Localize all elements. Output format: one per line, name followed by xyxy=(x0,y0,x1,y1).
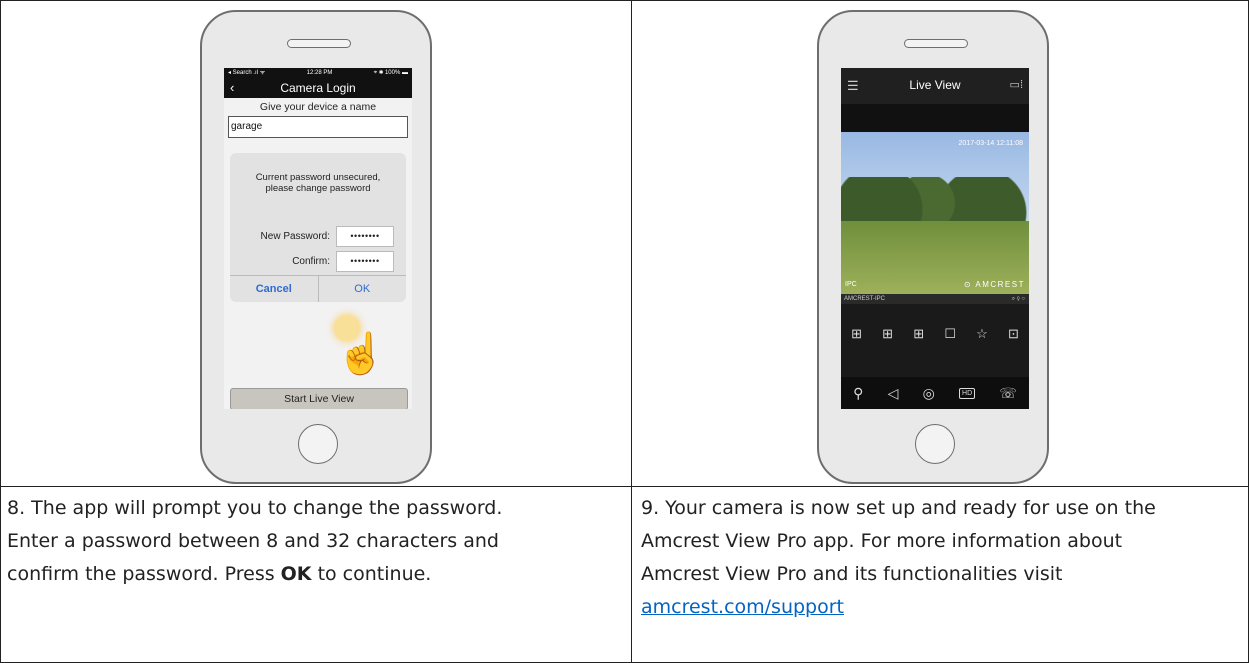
start-live-view-button[interactable]: Start Live View xyxy=(230,388,408,409)
screen-camera-login: ◂ Search .ıl ᯤ 12:28 PM ⌖ ✱ 100% ▬ ‹ Cam… xyxy=(224,68,412,409)
step-8-line-3-text: confirm the password. Press xyxy=(7,563,281,585)
hd-toggle-icon[interactable]: HD xyxy=(959,387,976,399)
black-band xyxy=(841,104,1029,132)
home-button xyxy=(915,424,955,464)
confirm-password-row: Confirm: •••••••• xyxy=(292,251,394,272)
device-name-input[interactable]: garage xyxy=(228,116,408,138)
sixteen-layout-icon[interactable]: ⊞ xyxy=(913,326,924,342)
new-password-label: New Password: xyxy=(260,231,330,242)
step-9-line-3: Amcrest View Pro and its functionalities… xyxy=(641,563,1063,585)
nav-title: Camera Login xyxy=(280,81,356,95)
phone-live-view: ☰ Live View ▭⁞ 2017-03-14 12:11:08 IPC ⊙… xyxy=(817,10,1049,484)
step-8-line-2: Enter a password between 8 and 32 charac… xyxy=(7,530,499,552)
change-password-dialog: Current password unsecured, please chang… xyxy=(230,153,406,302)
instruction-table: ◂ Search .ıl ᯤ 12:28 PM ⌖ ✱ 100% ▬ ‹ Cam… xyxy=(0,0,1249,663)
phone-speaker xyxy=(287,39,351,48)
step-8-ok-bold: OK xyxy=(280,563,312,585)
pointing-hand-icon: ☝ xyxy=(336,332,386,376)
camera-name: AMCREST-IPC xyxy=(844,296,886,302)
phone-speaker xyxy=(904,39,968,48)
status-battery: ⌖ ✱ 100% ▬ xyxy=(373,70,408,76)
single-layout-icon[interactable]: ☐ xyxy=(944,326,956,342)
table-border-left xyxy=(0,0,1,663)
confirm-password-label: Confirm: xyxy=(292,256,330,267)
ok-button[interactable]: OK xyxy=(317,276,407,302)
status-carrier: ◂ Search .ıl ᯤ xyxy=(228,70,266,76)
table-row-divider xyxy=(0,486,1249,487)
step-8-line-3-end: to continue. xyxy=(311,563,432,585)
home-button xyxy=(298,424,338,464)
new-password-row: New Password: •••••••• xyxy=(261,226,394,247)
live-view-top-bar: ☰ Live View ▭⁞ xyxy=(841,68,1029,104)
status-time: 12:28 PM xyxy=(306,70,333,76)
dialog-button-bar: Cancel OK xyxy=(230,275,406,302)
step-8-line-3: confirm the password. Press OK to contin… xyxy=(7,558,627,591)
dialog-message: Current password unsecured, please chang… xyxy=(230,172,406,194)
screen-live-view: ☰ Live View ▭⁞ 2017-03-14 12:11:08 IPC ⊙… xyxy=(841,68,1029,409)
confirm-password-field[interactable]: •••••••• xyxy=(336,251,394,272)
nav-bar: ‹ Camera Login xyxy=(224,78,412,98)
step-9-line-4: amcrest.com/support xyxy=(641,591,1245,624)
feed-timestamp: 2017-03-14 12:11:08 xyxy=(958,140,1023,147)
control-bar: ⚲ ◁ ◎ HD ☏ xyxy=(841,377,1029,409)
layout-icon-row: ⊞ ⊞ ⊞ ☐ ☆ ⊡ xyxy=(841,326,1029,342)
amcrest-watermark: ⊙ AMCREST xyxy=(963,280,1025,289)
step-8-line-1: 8. The app will prompt you to change the… xyxy=(7,497,503,519)
live-view-title: Live View xyxy=(909,78,961,92)
phone-call-icon[interactable]: ☏ xyxy=(999,385,1017,402)
recordings-icon[interactable]: ▭⁞ xyxy=(1010,78,1023,91)
table-border-top xyxy=(0,0,1249,1)
camera-label-bar: AMCREST-IPC ⌕ ⚲ ○ xyxy=(841,294,1029,304)
new-password-field[interactable]: •••••••• xyxy=(336,226,394,247)
feed-ipc-label: IPC xyxy=(845,281,857,288)
dialog-message-line-2: please change password xyxy=(265,183,371,194)
snapshot-icon[interactable]: ⊡ xyxy=(1008,326,1019,342)
amcrest-watermark-text: AMCREST xyxy=(975,280,1025,289)
dialog-message-line-1: Current password unsecured, xyxy=(255,172,381,183)
ptz-control-icon[interactable]: ◎ xyxy=(923,385,935,402)
phone-camera-login: ◂ Search .ıl ᯤ 12:28 PM ⌖ ✱ 100% ▬ ‹ Cam… xyxy=(200,10,432,484)
camera-feed[interactable]: 2017-03-14 12:11:08 IPC ⊙ AMCREST xyxy=(841,132,1029,294)
speaker-icon[interactable]: ◁ xyxy=(888,385,899,402)
cancel-button[interactable]: Cancel xyxy=(230,276,318,302)
status-bar: ◂ Search .ıl ᯤ 12:28 PM ⌖ ✱ 100% ▬ xyxy=(224,68,412,78)
step-9-line-1: 9. Your camera is now set up and ready f… xyxy=(641,497,1156,519)
favorite-star-icon[interactable]: ☆ xyxy=(976,326,988,342)
support-link[interactable]: amcrest.com/support xyxy=(641,596,844,618)
step-8-caption: 8. The app will prompt you to change the… xyxy=(7,492,627,591)
back-chevron-icon[interactable]: ‹ xyxy=(230,78,234,98)
device-name-label: Give your device a name xyxy=(259,101,377,113)
step-9-line-2: Amcrest View Pro app. For more informati… xyxy=(641,530,1123,552)
step-9-caption: 9. Your camera is now set up and ready f… xyxy=(641,492,1245,624)
quad-layout-icon[interactable]: ⊞ xyxy=(851,326,862,342)
camera-bar-icons: ⌕ ⚲ ○ xyxy=(1011,296,1025,302)
table-column-divider xyxy=(631,0,632,663)
microphone-icon[interactable]: ⚲ xyxy=(853,385,863,402)
nine-layout-icon[interactable]: ⊞ xyxy=(882,326,893,342)
